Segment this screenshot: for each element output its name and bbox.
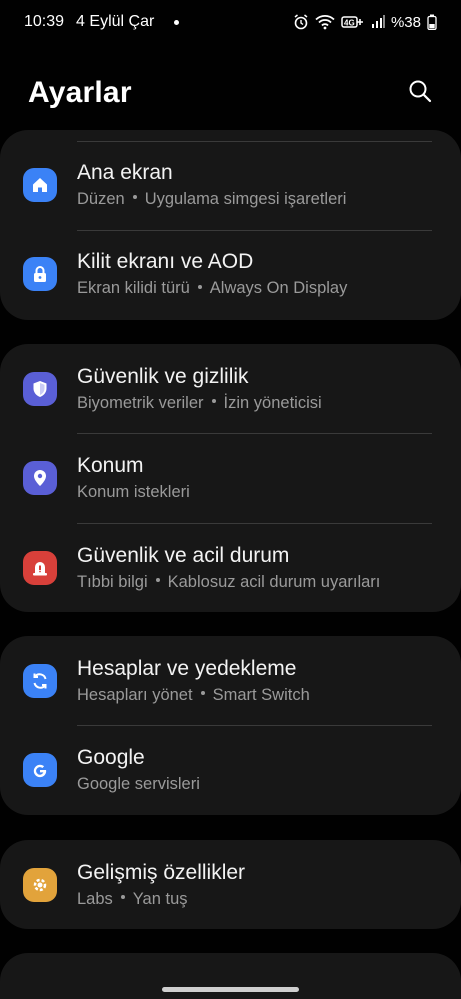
settings-screen: 10:39 4 Eylül Çar 4G %38 Ayarlar Ana ekr… bbox=[0, 0, 461, 999]
gear-plus-icon bbox=[23, 867, 57, 902]
settings-group-5-partial[interactable] bbox=[0, 953, 461, 999]
settings-group-4: Gelişmiş özellikler Labs Yan tuş bbox=[0, 840, 461, 929]
location-pin-icon bbox=[23, 461, 57, 496]
battery-icon bbox=[427, 14, 437, 30]
alarm-icon bbox=[293, 14, 309, 30]
item-subtitle: Labs Yan tuş bbox=[77, 889, 188, 908]
settings-group-3: Hesaplar ve yedekleme Hesapları yönet Sma… bbox=[0, 636, 461, 815]
item-title: Güvenlik ve acil durum bbox=[77, 543, 290, 567]
item-subtitle: Düzen Uygulama simgesi işaretleri bbox=[77, 189, 347, 208]
signal-icon bbox=[371, 15, 385, 29]
shield-icon bbox=[23, 371, 57, 406]
home-icon bbox=[23, 167, 57, 202]
settings-group-1: Ana ekran Düzen Uygulama simgesi işaretle… bbox=[0, 130, 461, 320]
lock-icon bbox=[23, 257, 57, 292]
item-title: Kilit ekranı ve AOD bbox=[77, 250, 254, 274]
settings-item-location[interactable]: Konum Konum istekleri bbox=[0, 434, 461, 524]
settings-item-accounts-backup[interactable]: Hesaplar ve yedekleme Hesapları yönet Sma… bbox=[0, 636, 461, 726]
volte-icon: 4G bbox=[341, 14, 365, 30]
item-title: Ana ekran bbox=[77, 160, 173, 184]
google-icon bbox=[23, 753, 57, 788]
gesture-navigation-bar[interactable] bbox=[162, 987, 299, 992]
item-subtitle: Google servisleri bbox=[77, 775, 200, 794]
item-title: Google bbox=[77, 746, 145, 770]
settings-item-safety-emergency[interactable]: Güvenlik ve acil durum Tıbbi bilgi Kablos… bbox=[0, 523, 461, 613]
item-title: Hesaplar ve yedekleme bbox=[77, 656, 297, 680]
wifi-icon bbox=[315, 14, 335, 30]
header: Ayarlar bbox=[28, 70, 435, 116]
page-title: Ayarlar bbox=[28, 76, 132, 109]
status-date: 4 Eylül Çar bbox=[76, 13, 155, 30]
status-time: 10:39 bbox=[24, 13, 65, 30]
settings-group-2: Güvenlik ve gizlilik Biyometrik veriler İ… bbox=[0, 344, 461, 612]
settings-item-advanced-features[interactable]: Gelişmiş özellikler Labs Yan tuş bbox=[0, 840, 461, 930]
item-subtitle: Ekran kilidi türü Always On Display bbox=[77, 279, 348, 298]
svg-text:4G: 4G bbox=[344, 19, 355, 28]
settings-item-security-privacy[interactable]: Güvenlik ve gizlilik Biyometrik veriler İ… bbox=[0, 344, 461, 434]
emergency-icon bbox=[23, 550, 57, 585]
search-button[interactable] bbox=[405, 78, 435, 108]
status-bar: 10:39 4 Eylül Çar 4G %38 bbox=[0, 0, 461, 44]
item-title: Gelişmiş özellikler bbox=[77, 860, 246, 884]
sync-icon bbox=[23, 663, 57, 698]
settings-item-google[interactable]: Google Google servisleri bbox=[0, 726, 461, 816]
search-icon bbox=[408, 79, 432, 108]
item-subtitle: Biyometrik veriler İzin yöneticisi bbox=[77, 393, 322, 412]
item-title: Güvenlik ve gizlilik bbox=[77, 364, 249, 388]
settings-item-lock-screen[interactable]: Kilit ekranı ve AOD Ekran kilidi türü Alw… bbox=[0, 230, 461, 320]
item-title: Konum bbox=[77, 454, 144, 478]
battery-percentage: %38 bbox=[390, 13, 421, 31]
notification-dot bbox=[174, 19, 180, 25]
item-subtitle: Konum istekleri bbox=[77, 483, 190, 502]
settings-item-home-screen[interactable]: Ana ekran Düzen Uygulama simgesi işaretle… bbox=[0, 140, 461, 230]
item-subtitle: Tıbbi bilgi Kablosuz acil durum uyarıları bbox=[77, 572, 381, 591]
item-subtitle: Hesapları yönet Smart Switch bbox=[77, 685, 310, 704]
